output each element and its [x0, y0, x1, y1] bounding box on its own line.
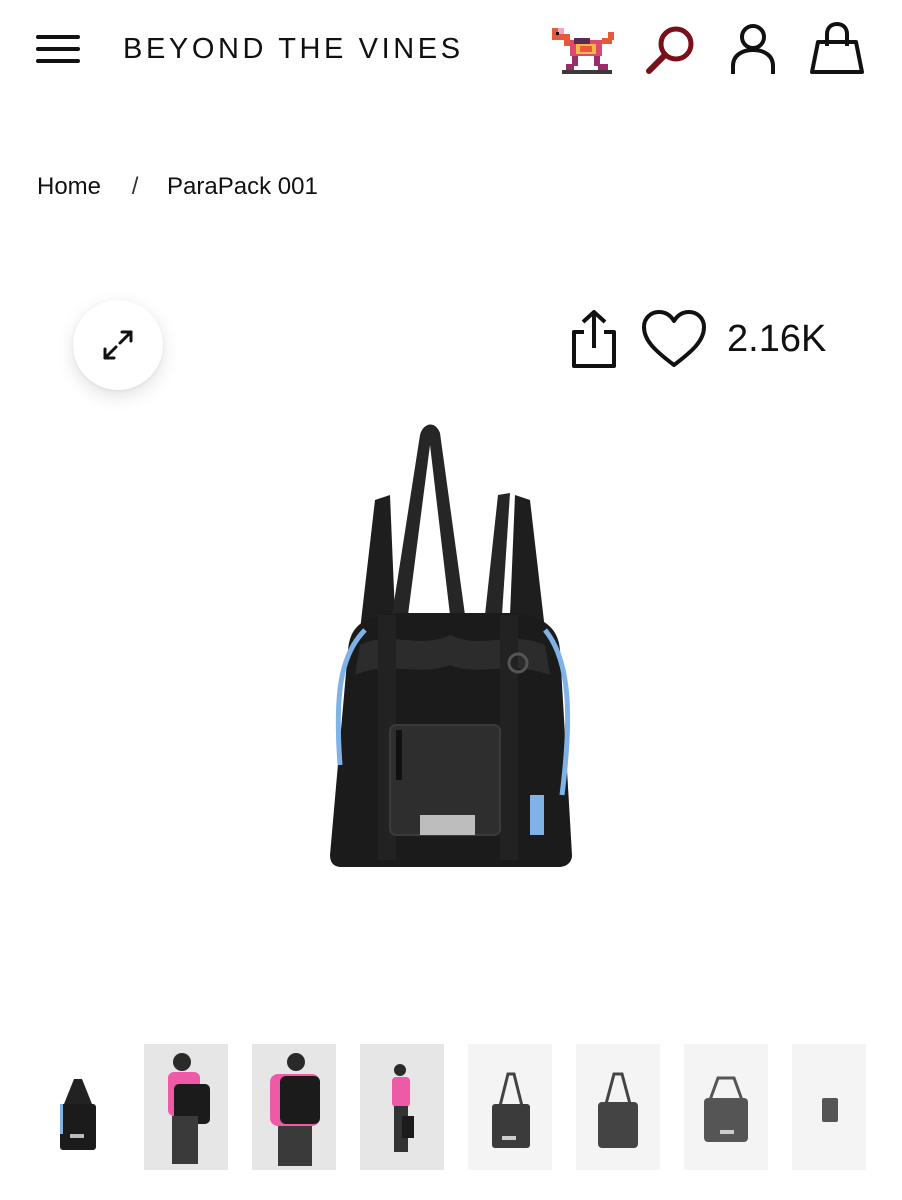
- hamburger-menu-icon[interactable]: [36, 33, 80, 65]
- thumbnail-strip: [0, 1040, 902, 1175]
- search-icon[interactable]: [645, 24, 697, 76]
- heart-icon[interactable]: [640, 308, 708, 370]
- account-icon[interactable]: [728, 22, 778, 76]
- thumbnail-1[interactable]: [36, 1044, 120, 1170]
- thumbnail-2[interactable]: [144, 1044, 228, 1170]
- thumbnail-6[interactable]: [576, 1044, 660, 1170]
- thumbnail-3[interactable]: [252, 1044, 336, 1170]
- breadcrumb: Home / ParaPack 001: [37, 173, 318, 201]
- breadcrumb-home-link[interactable]: Home: [37, 173, 101, 200]
- thumbnail-4[interactable]: [360, 1044, 444, 1170]
- share-icon[interactable]: [566, 308, 622, 370]
- product-image[interactable]: [320, 415, 585, 875]
- thumbnail-8[interactable]: [792, 1044, 866, 1170]
- likes-count: 2.16K: [727, 318, 827, 360]
- thumbnail-5[interactable]: [468, 1044, 552, 1170]
- expand-icon: [103, 330, 133, 360]
- breadcrumb-separator: /: [131, 173, 139, 200]
- thumbnail-7[interactable]: [684, 1044, 768, 1170]
- brand-logo-text[interactable]: BEYOND THE VINES: [123, 33, 464, 66]
- site-header: BEYOND THE VINES: [0, 0, 902, 100]
- expand-image-button[interactable]: [73, 300, 163, 390]
- breadcrumb-current: ParaPack 001: [167, 173, 318, 200]
- horse-logo: [552, 28, 614, 74]
- shopping-bag-icon[interactable]: [808, 20, 866, 78]
